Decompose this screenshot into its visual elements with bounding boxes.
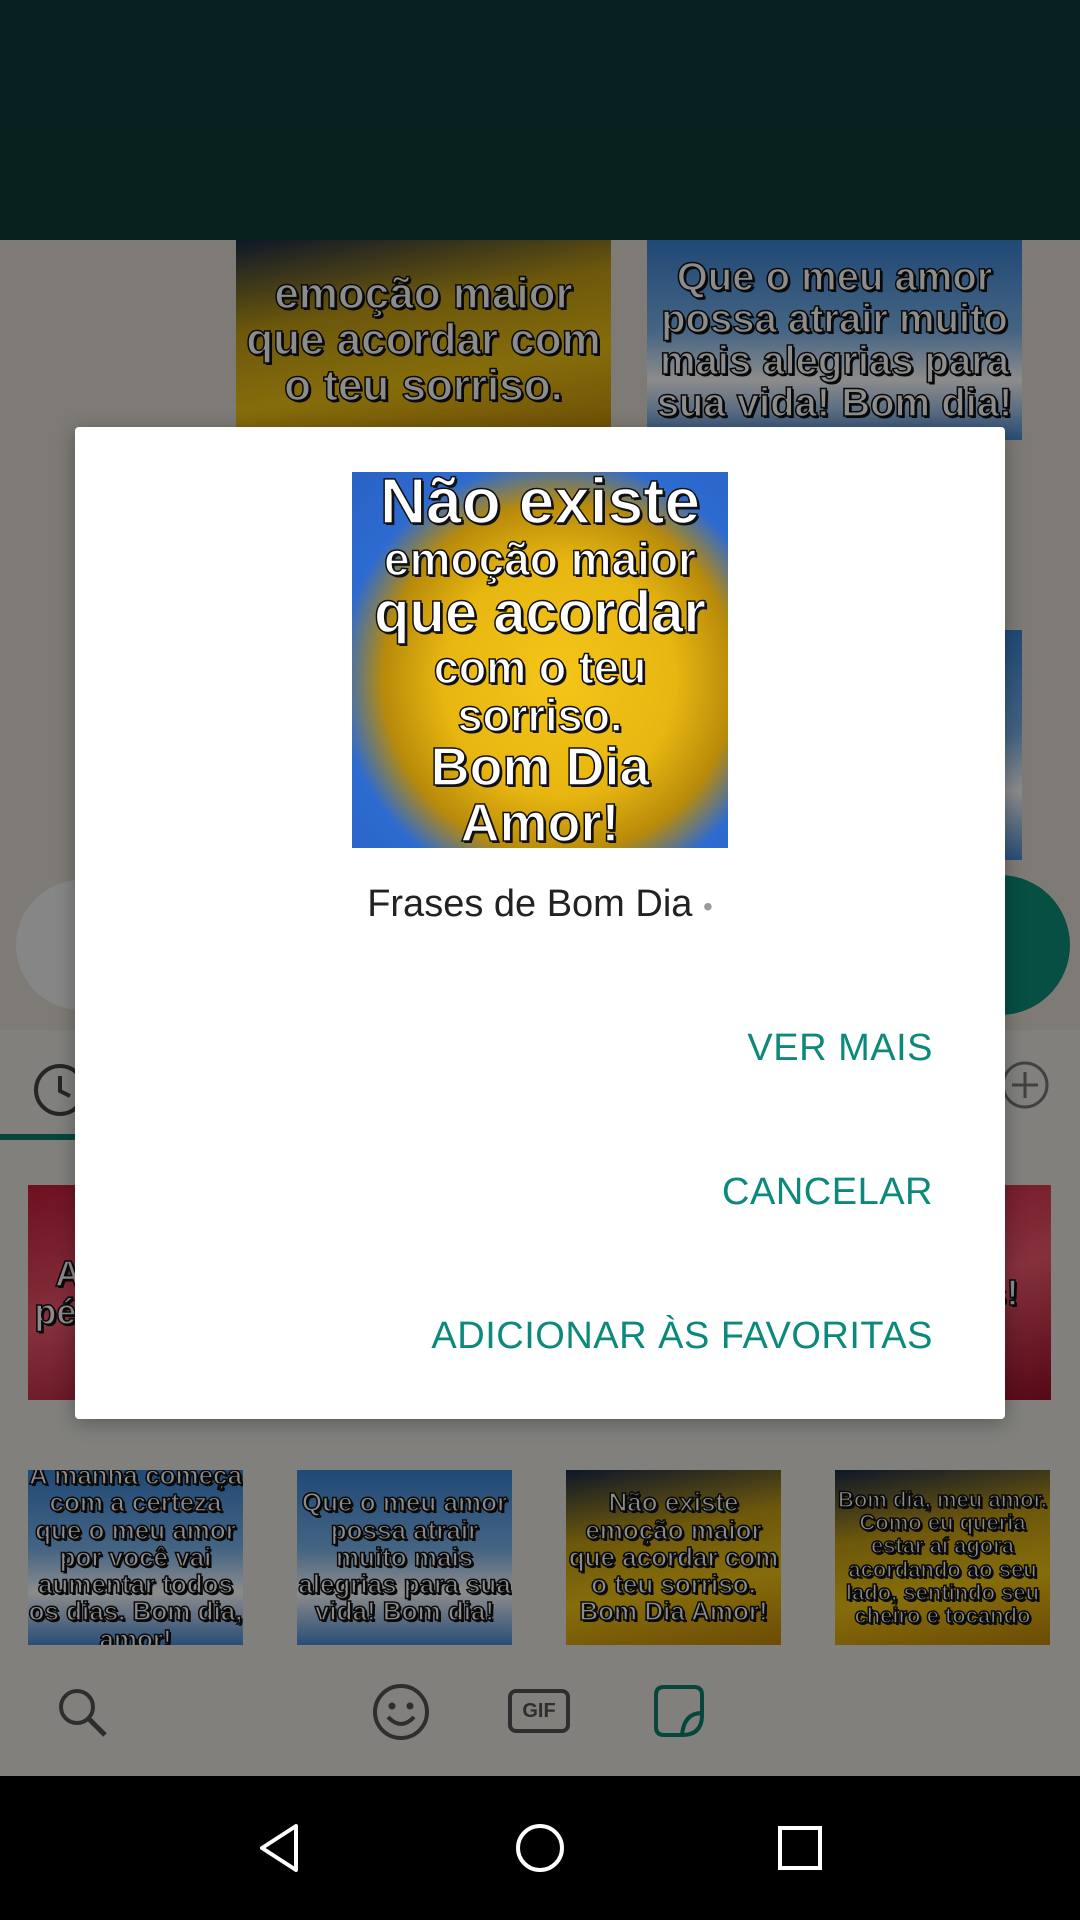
title-dot: • (702, 891, 713, 922)
home-icon[interactable] (510, 1818, 570, 1878)
add-to-favorites-button[interactable]: ADICIONAR ÀS FAVORITAS (431, 1315, 933, 1358)
recents-icon[interactable] (770, 1818, 830, 1878)
back-icon[interactable] (250, 1818, 310, 1878)
sticker-dialog: Não existe emoção maior que acordar com … (75, 427, 1005, 1419)
cancel-button[interactable]: CANCELAR (722, 1171, 933, 1214)
dialog-sticker-image: Não existe emoção maior que acordar com … (352, 472, 728, 848)
sticker-pack-title-row: Frases de Bom Dia • (75, 883, 1005, 926)
sticker-pack-title: Frases de Bom Dia (367, 883, 693, 925)
system-navigation-bar (0, 1776, 1080, 1920)
see-more-button[interactable]: VER MAIS (747, 1027, 933, 1070)
